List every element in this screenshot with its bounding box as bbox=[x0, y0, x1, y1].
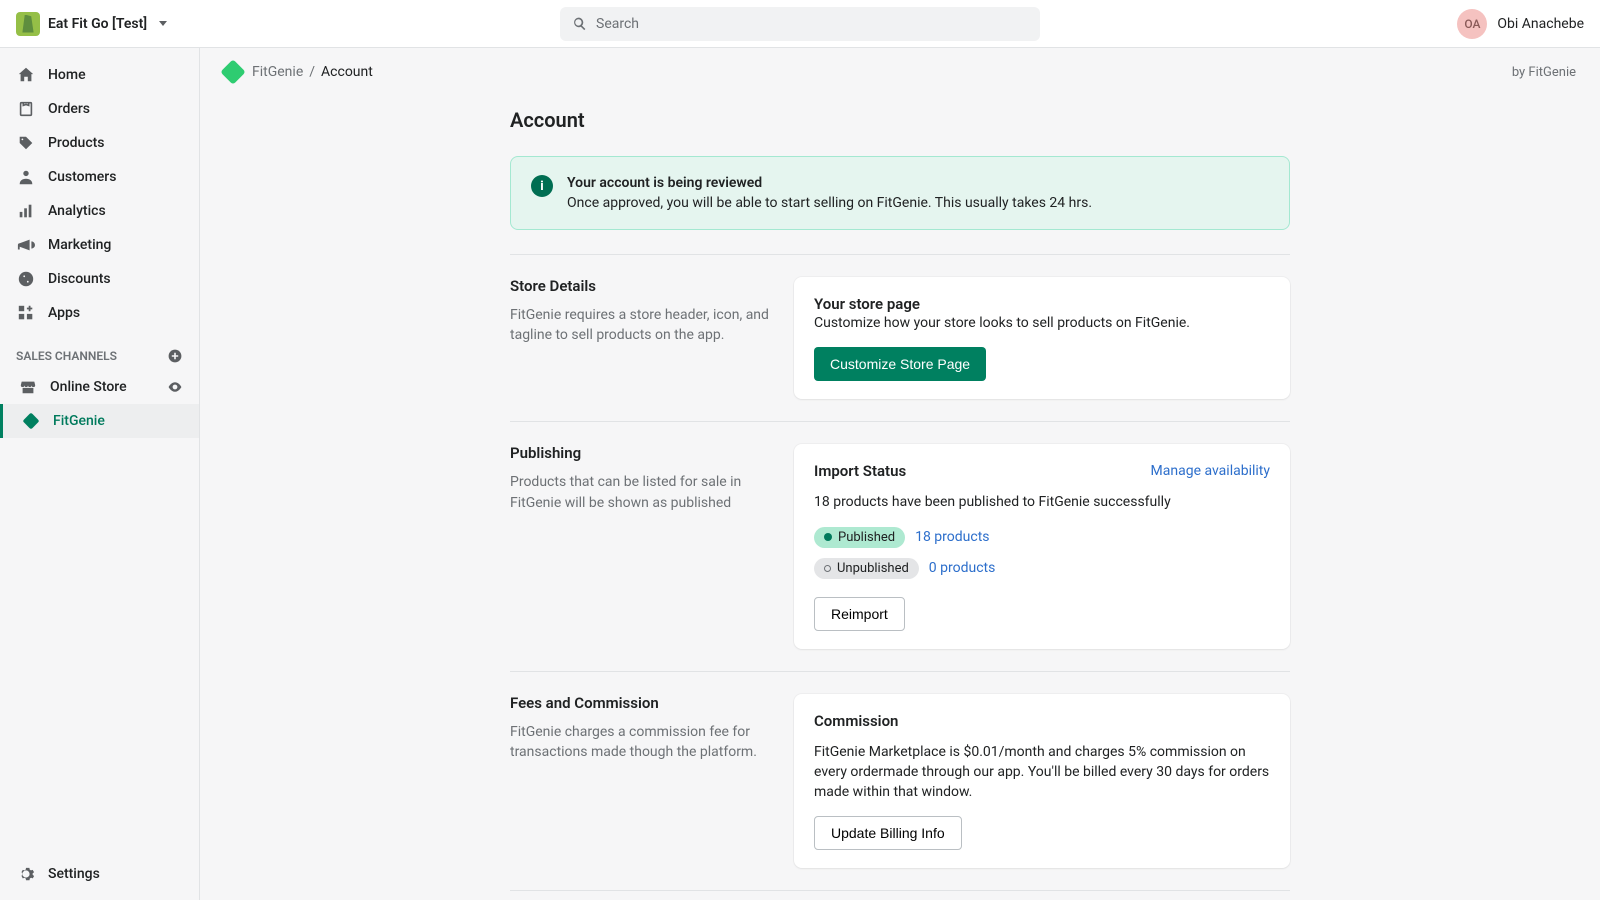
published-row: Published 18 products bbox=[814, 527, 1270, 548]
breadcrumb: FitGenie / Account by FitGenie bbox=[200, 48, 1600, 96]
app-diamond-icon bbox=[220, 59, 245, 84]
sidebar-item-products[interactable]: Products bbox=[0, 126, 199, 160]
sidebar-item-fitgenie[interactable]: FitGenie bbox=[0, 404, 199, 438]
sidebar-item-label: Settings bbox=[48, 866, 100, 882]
reimport-button[interactable]: Reimport bbox=[814, 597, 905, 631]
chevron-down-icon bbox=[159, 21, 167, 26]
sidebar-item-label: Marketing bbox=[48, 237, 111, 253]
customize-store-button[interactable]: Customize Store Page bbox=[814, 347, 986, 381]
breadcrumb-separator: / bbox=[309, 64, 315, 80]
card-text: Customize how your store looks to sell p… bbox=[814, 313, 1270, 333]
sidebar-section-sales-channels: SALES CHANNELS bbox=[0, 330, 199, 370]
sidebar-item-apps[interactable]: Apps bbox=[0, 296, 199, 330]
section-terms: Terms and Conditions By installing FitGe… bbox=[510, 890, 1290, 900]
sidebar-item-label: FitGenie bbox=[53, 413, 105, 429]
badge-label: Published bbox=[838, 530, 895, 545]
shopify-logo-icon bbox=[16, 12, 40, 36]
sidebar-item-discounts[interactable]: Discounts bbox=[0, 262, 199, 296]
section-heading: Store Details bbox=[510, 277, 770, 295]
sidebar-item-label: Orders bbox=[48, 101, 90, 117]
sidebar: Home Orders Products Customers Analytics… bbox=[0, 48, 200, 900]
megaphone-icon bbox=[16, 235, 36, 255]
card-title: Your store page bbox=[814, 295, 1270, 313]
eye-icon[interactable] bbox=[167, 379, 183, 395]
breadcrumb-current: Account bbox=[321, 64, 373, 80]
store-icon bbox=[18, 377, 38, 397]
published-badge: Published bbox=[814, 527, 905, 548]
topbar: Eat Fit Go [Test] Search OA Obi Anachebe bbox=[0, 0, 1600, 48]
sidebar-item-label: Discounts bbox=[48, 271, 111, 287]
orders-icon bbox=[16, 99, 36, 119]
unpublished-row: Unpublished 0 products bbox=[814, 558, 1270, 579]
analytics-icon bbox=[16, 201, 36, 221]
section-description: Products that can be listed for sale in … bbox=[510, 472, 770, 513]
user-menu[interactable]: OA Obi Anachebe bbox=[1457, 9, 1584, 39]
page-title: Account bbox=[510, 108, 1290, 132]
add-channel-icon[interactable] bbox=[167, 348, 183, 364]
search-placeholder: Search bbox=[596, 16, 639, 32]
sidebar-item-home[interactable]: Home bbox=[0, 58, 199, 92]
sidebar-item-online-store[interactable]: Online Store bbox=[0, 370, 199, 404]
sidebar-item-analytics[interactable]: Analytics bbox=[0, 194, 199, 228]
banner-title: Your account is being reviewed bbox=[567, 175, 1092, 191]
sidebar-item-label: Products bbox=[48, 135, 105, 151]
sidebar-item-customers[interactable]: Customers bbox=[0, 160, 199, 194]
user-name: Obi Anachebe bbox=[1497, 16, 1584, 32]
section-description: FitGenie requires a store header, icon, … bbox=[510, 305, 770, 346]
unpublished-products-link[interactable]: 0 products bbox=[929, 560, 996, 576]
person-icon bbox=[16, 167, 36, 187]
section-heading: Fees and Commission bbox=[510, 694, 770, 712]
card-title: Commission bbox=[814, 712, 1270, 730]
section-fees: Fees and Commission FitGenie charges a c… bbox=[510, 671, 1290, 891]
card-text: FitGenie Marketplace is $0.01/month and … bbox=[814, 742, 1270, 803]
tag-icon bbox=[16, 133, 36, 153]
banner-text: Once approved, you will be able to start… bbox=[567, 195, 1092, 211]
sidebar-item-label: Analytics bbox=[48, 203, 106, 219]
diamond-icon bbox=[21, 411, 41, 431]
info-icon: i bbox=[531, 175, 553, 197]
discount-icon bbox=[16, 269, 36, 289]
badge-label: Unpublished bbox=[837, 561, 909, 576]
avatar: OA bbox=[1457, 9, 1487, 39]
manage-availability-link[interactable]: Manage availability bbox=[1151, 463, 1270, 479]
sidebar-item-orders[interactable]: Orders bbox=[0, 92, 199, 126]
section-description: FitGenie charges a commission fee for tr… bbox=[510, 722, 770, 763]
search-icon bbox=[572, 16, 588, 32]
content-area: FitGenie / Account by FitGenie Account i… bbox=[200, 48, 1600, 900]
dot-icon bbox=[824, 533, 832, 541]
section-store-details: Store Details FitGenie requires a store … bbox=[510, 254, 1290, 421]
review-banner: i Your account is being reviewed Once ap… bbox=[510, 156, 1290, 230]
sidebar-item-marketing[interactable]: Marketing bbox=[0, 228, 199, 262]
unpublished-badge: Unpublished bbox=[814, 558, 919, 579]
sidebar-item-label: Customers bbox=[48, 169, 116, 185]
apps-icon bbox=[16, 303, 36, 323]
store-page-card: Your store page Customize how your store… bbox=[794, 277, 1290, 399]
published-products-link[interactable]: 18 products bbox=[915, 529, 989, 545]
section-label: SALES CHANNELS bbox=[16, 349, 117, 363]
breadcrumb-app-link[interactable]: FitGenie bbox=[252, 64, 303, 80]
card-title: Import Status bbox=[814, 462, 906, 480]
commission-card: Commission FitGenie Marketplace is $0.01… bbox=[794, 694, 1290, 869]
status-text: 18 products have been published to FitGe… bbox=[814, 492, 1270, 512]
search-input[interactable]: Search bbox=[560, 7, 1040, 41]
circle-icon bbox=[824, 565, 831, 572]
update-billing-button[interactable]: Update Billing Info bbox=[814, 816, 962, 850]
import-status-card: Import Status Manage availability 18 pro… bbox=[794, 444, 1290, 648]
sidebar-item-label: Apps bbox=[48, 305, 80, 321]
section-heading: Publishing bbox=[510, 444, 770, 462]
store-name: Eat Fit Go [Test] bbox=[48, 16, 147, 32]
section-publishing: Publishing Products that can be listed f… bbox=[510, 421, 1290, 670]
breadcrumb-byline: by FitGenie bbox=[1512, 65, 1576, 80]
sidebar-item-settings[interactable]: Settings bbox=[0, 856, 199, 900]
sidebar-item-label: Home bbox=[48, 67, 86, 83]
gear-icon bbox=[16, 864, 36, 884]
sidebar-item-label: Online Store bbox=[50, 379, 127, 395]
store-switcher[interactable]: Eat Fit Go [Test] bbox=[16, 12, 167, 36]
home-icon bbox=[16, 65, 36, 85]
